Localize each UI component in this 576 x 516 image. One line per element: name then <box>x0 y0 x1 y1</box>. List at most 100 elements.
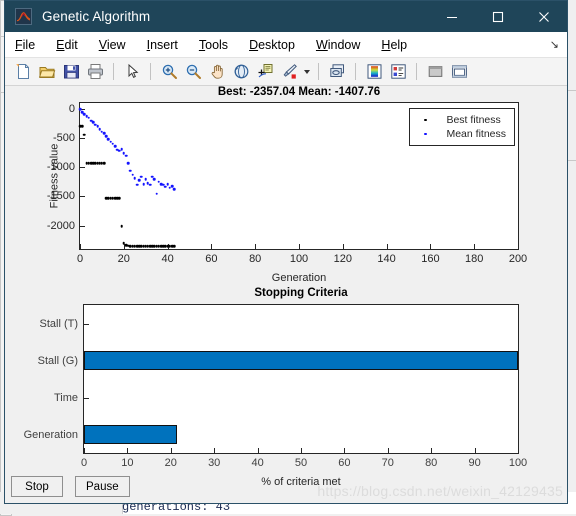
pause-button[interactable]: Pause <box>75 476 130 497</box>
menu-desktop-mnemonic: D <box>249 37 259 52</box>
stopping-criteria-xtick-label: 60 <box>338 457 351 469</box>
minimize-button[interactable] <box>429 1 475 32</box>
fitness-plot-ytick-mark <box>80 167 85 169</box>
stopping-criteria-xtick-mark <box>257 448 259 453</box>
menu-overflow-icon[interactable]: ↘ <box>550 38 559 51</box>
stopping-criteria-category-label: Time <box>53 391 78 404</box>
fitness-data-point <box>102 161 106 165</box>
new-figure-icon[interactable] <box>12 61 34 83</box>
zoom-out-icon[interactable] <box>182 61 204 83</box>
legend-label-mean: Mean fitness <box>446 128 506 140</box>
hide-plot-tools-icon[interactable] <box>424 61 446 83</box>
legend-marker-mean-icon <box>416 132 434 136</box>
print-figure-icon[interactable] <box>84 61 106 83</box>
menu-window-rest: indow <box>327 37 361 52</box>
maximize-button[interactable] <box>475 1 521 32</box>
menu-window[interactable]: Window <box>316 38 360 52</box>
pointer-icon[interactable] <box>121 61 143 83</box>
menu-file[interactable]: File <box>15 38 35 52</box>
fitness-plot-xtick-label: 100 <box>289 253 309 265</box>
stopping-criteria-xtick-mark <box>214 448 216 453</box>
fitness-data-point <box>118 196 121 200</box>
stopping-criteria-xtick-label: 10 <box>121 457 134 469</box>
fitness-data-point <box>144 177 147 181</box>
fitness-plot-xtick-mark <box>430 244 432 249</box>
fitness-plot-xtick-label: 20 <box>117 253 130 265</box>
brush-dropdown-caret-icon[interactable] <box>302 61 311 83</box>
open-file-icon[interactable] <box>36 61 58 83</box>
legend-icon[interactable] <box>387 61 409 83</box>
fitness-plot-axes: Best: -2357.04 Mean: -1407.76 Fitness va… <box>47 86 527 284</box>
zoom-in-icon[interactable] <box>158 61 180 83</box>
menu-view-rest: iew <box>106 37 126 52</box>
stopping-criteria-xtick-mark <box>127 448 129 453</box>
stopping-criteria-ytick-mark <box>84 323 89 325</box>
save-figure-icon[interactable] <box>60 61 82 83</box>
menu-view-mnemonic: V <box>98 37 107 52</box>
stopping-criteria-bar <box>84 424 178 445</box>
menu-help-rest: elp <box>390 37 408 52</box>
genetic-algorithm-window: Genetic Algorithm File Edit View Insert … <box>4 0 568 504</box>
fitness-data-point <box>153 177 156 181</box>
toolbar-separator <box>355 63 356 80</box>
menu-help[interactable]: Help <box>381 38 407 52</box>
pan-icon[interactable] <box>206 61 228 83</box>
fitness-plot-xtick-label: 180 <box>465 253 484 265</box>
fitness-data-point <box>142 182 145 186</box>
stopping-criteria-xtick-label: 50 <box>294 457 308 469</box>
legend-label-best: Best fitness <box>446 114 501 126</box>
toolbar-separator <box>113 63 114 80</box>
window-title: Genetic Algorithm <box>42 9 151 24</box>
fitness-data-point <box>80 125 84 128</box>
toolbar-separator <box>318 63 319 80</box>
fitness-plot-xtick-label: 60 <box>205 253 218 265</box>
data-cursor-icon[interactable] <box>254 61 276 83</box>
fitness-data-point <box>113 144 117 148</box>
toolbar-separator <box>150 63 151 80</box>
menu-edit-mnemonic: E <box>56 37 65 52</box>
fitness-data-point <box>135 183 139 187</box>
fitness-plot-ytick-mark <box>80 225 85 227</box>
fitness-plot-legend[interactable]: Best fitness Mean fitness <box>409 108 515 146</box>
fitness-data-point <box>164 185 167 188</box>
fitness-data-point <box>148 183 152 187</box>
menu-file-mnemonic: F <box>15 37 23 52</box>
title-bar[interactable]: Genetic Algorithm <box>5 1 567 32</box>
menu-tools-rest: ools <box>205 37 229 52</box>
stopping-criteria-xtick-label: 80 <box>425 457 438 469</box>
fitness-data-point <box>166 182 169 186</box>
link-data-icon[interactable] <box>326 61 348 83</box>
menu-tools[interactable]: Tools <box>199 38 228 52</box>
fitness-plot-xtick-mark <box>299 244 300 249</box>
fitness-plot-title: Best: -2357.04 Mean: -1407.76 <box>217 86 381 98</box>
fitness-data-point <box>83 133 86 136</box>
fitness-plot-xtick-label: 200 <box>508 253 528 265</box>
rotate-3d-icon[interactable] <box>230 61 252 83</box>
stopping-criteria-axes: Stopping Criteria % of criteria met 0 10 2… <box>24 287 528 488</box>
menu-bar: File Edit View Insert Tools Desktop Wind… <box>5 32 567 58</box>
brush-icon[interactable] <box>278 61 300 83</box>
legend-entry-best: Best fitness <box>416 113 506 127</box>
stopping-criteria-plot-area[interactable]: 0 10 20 30 40 50 60 70 80 90 100 Generation Time Stal… <box>24 304 527 469</box>
fitness-plot-xtick-label: 80 <box>249 253 262 265</box>
matlab-membrane-icon <box>15 8 32 25</box>
fitness-data-point <box>155 192 158 195</box>
fitness-plot-xtick-mark <box>255 244 257 249</box>
stop-button[interactable]: Stop <box>11 476 63 497</box>
fitness-data-point <box>129 169 132 173</box>
stopping-criteria-xtick-mark <box>387 448 389 453</box>
fitness-plot-ytick-label: 0 <box>68 102 75 115</box>
fitness-plot-xtick-label: 140 <box>377 253 396 265</box>
stopping-criteria-xtick-mark <box>170 448 172 453</box>
stopping-criteria-ytick-mark <box>84 397 89 399</box>
menu-view[interactable]: View <box>99 38 126 52</box>
colorbar-icon[interactable] <box>363 61 385 83</box>
close-button[interactable] <box>521 1 567 32</box>
stopping-criteria-bar <box>84 350 518 371</box>
menu-edit[interactable]: Edit <box>56 38 78 52</box>
stopping-criteria-xtick-label: 100 <box>508 457 528 469</box>
menu-desktop[interactable]: Desktop <box>249 38 295 52</box>
fitness-data-point <box>120 224 123 228</box>
menu-insert[interactable]: Insert <box>147 38 178 52</box>
show-plot-tools-icon[interactable] <box>448 61 470 83</box>
